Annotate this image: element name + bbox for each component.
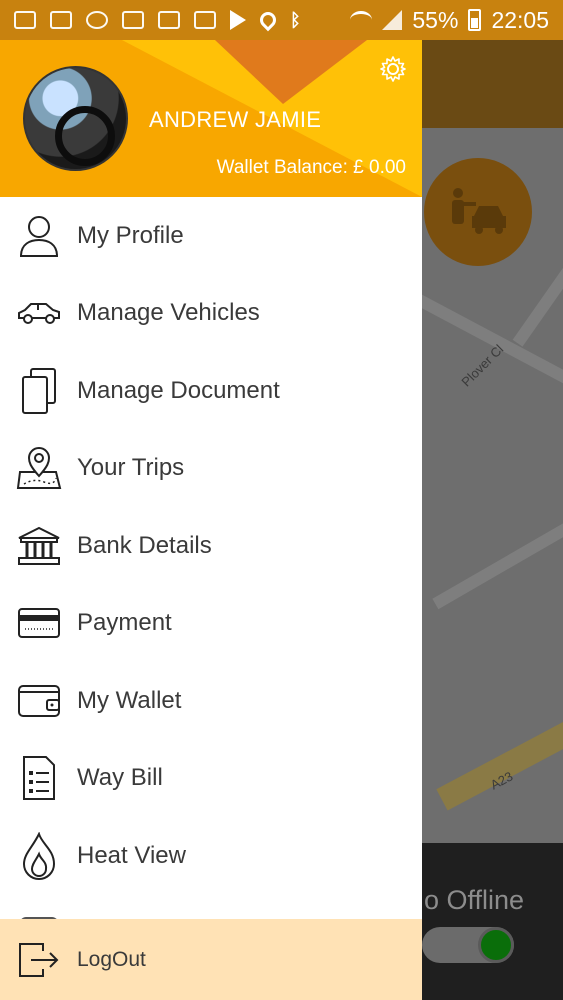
- taxi-icon: [452, 188, 506, 234]
- map-top-bar: [422, 40, 563, 128]
- status-panel: o Offline: [422, 843, 563, 1000]
- clock: 22:05: [491, 6, 549, 33]
- flame-icon: [16, 831, 62, 880]
- wallet-balance: Wallet Balance: £ 0.00: [216, 157, 406, 178]
- toggle-knob: [478, 927, 514, 963]
- gear-icon[interactable]: [379, 55, 407, 83]
- map-pin-icon: [16, 445, 62, 491]
- play-store-icon: [230, 10, 246, 30]
- logout-icon: [16, 937, 62, 983]
- drawer-menu: My Profile Manage Vehicles Manage Docume…: [0, 197, 422, 927]
- whatsapp-icon: [86, 11, 108, 29]
- wallet-icon: [16, 678, 62, 724]
- menu-item-way-bill[interactable]: Way Bill: [0, 740, 422, 818]
- menu-item-heat-view[interactable]: Heat View: [0, 817, 422, 895]
- taxi-fab[interactable]: [424, 158, 532, 266]
- menu-item-manage-vehicles[interactable]: Manage Vehicles: [0, 275, 422, 353]
- road: [436, 709, 563, 811]
- avatar-image: [55, 106, 115, 166]
- car-icon: [16, 290, 62, 336]
- menu-item-bank-details[interactable]: Bank Details: [0, 507, 422, 585]
- menu-label: Manage Vehicles: [77, 299, 260, 327]
- notification-icons: ᛒ: [14, 8, 301, 32]
- menu-label: Your Trips: [77, 454, 185, 482]
- location-icon: [256, 8, 280, 32]
- online-status-text: o Offline: [424, 885, 525, 915]
- menu-label: Bank Details: [77, 531, 212, 559]
- menu-item-my-profile[interactable]: My Profile: [0, 197, 422, 275]
- logout-label: LogOut: [77, 947, 146, 971]
- map-background: Plover Cl A23 o Offline: [422, 40, 563, 1000]
- avatar[interactable]: [23, 66, 128, 171]
- mail-icon: [14, 11, 36, 29]
- app-icon: [122, 11, 144, 29]
- menu-label: Manage Document: [77, 376, 280, 404]
- road: [432, 498, 563, 610]
- menu-label: Payment: [77, 609, 172, 637]
- documents-icon: [16, 367, 62, 414]
- user-icon: [16, 213, 62, 259]
- battery-percent: 55%: [412, 6, 459, 33]
- bill-icon: [16, 755, 62, 801]
- header-decoration: [215, 40, 367, 104]
- bus-icon: [194, 11, 216, 29]
- menu-label: Heat View: [77, 841, 186, 869]
- drawer-header: ANDREW JAMIE Wallet Balance: £ 0.00: [0, 40, 422, 197]
- menu-item-payment[interactable]: Payment: [0, 585, 422, 663]
- status-bar: ᛒ 55% 22:05: [0, 0, 563, 40]
- navigation-drawer: ANDREW JAMIE Wallet Balance: £ 0.00 My P…: [0, 40, 422, 1000]
- menu-item-my-wallet[interactable]: My Wallet: [0, 662, 422, 740]
- wifi-icon: [350, 11, 373, 29]
- online-toggle[interactable]: [422, 927, 514, 963]
- battery-icon: [468, 9, 482, 31]
- street-label: Plover Cl: [458, 341, 507, 390]
- bluetooth-icon: ᛒ: [290, 9, 301, 30]
- menu-item-manage-document[interactable]: Manage Document: [0, 352, 422, 430]
- signal-icon: [382, 10, 403, 30]
- menu-label: Way Bill: [77, 764, 163, 792]
- image-icon: [50, 11, 72, 29]
- bank-icon: [16, 523, 62, 569]
- user-name: ANDREW JAMIE: [149, 107, 322, 132]
- logout-button[interactable]: LogOut: [0, 919, 422, 1000]
- menu-label: My Profile: [77, 221, 184, 249]
- card-icon: [16, 600, 62, 646]
- road: [512, 241, 563, 347]
- menu-item-your-trips[interactable]: Your Trips: [0, 430, 422, 508]
- menu-label: My Wallet: [77, 686, 182, 714]
- bus-icon: [158, 11, 180, 29]
